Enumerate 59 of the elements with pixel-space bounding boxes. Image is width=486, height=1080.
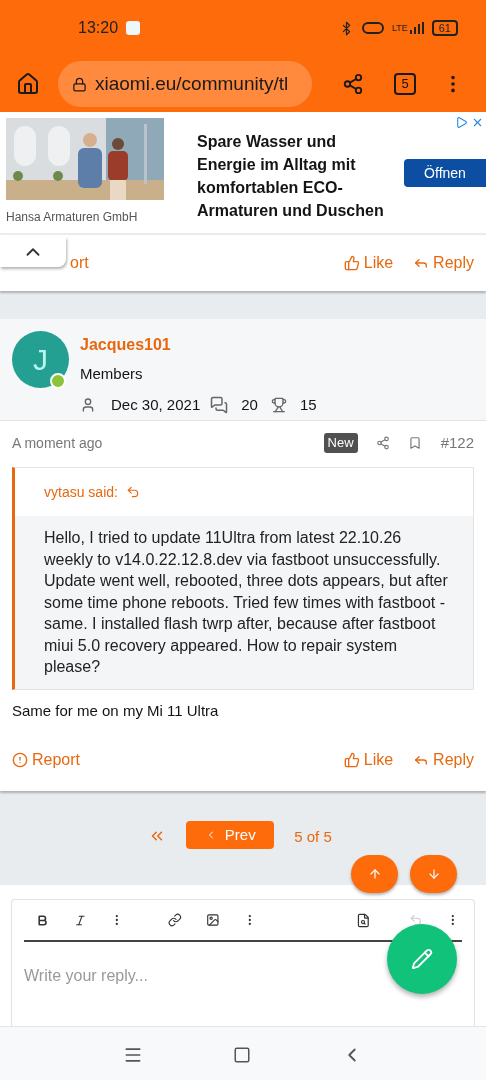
network-label: LTE (391, 23, 408, 33)
user-icon (80, 396, 96, 413)
home-icon[interactable] (16, 72, 40, 96)
arrow-down-icon (426, 867, 441, 881)
online-badge-icon (50, 373, 66, 389)
post-message: Same for me on my Mi 11 Ultra (11, 700, 220, 721)
ad-headline: Spare Wasser und Energie im Alltag mit komfortablen ECO-Armaturen und Duschen (197, 132, 385, 221)
prev-button[interactable]: Prev (186, 821, 275, 849)
like-button[interactable]: Like (343, 251, 394, 275)
points-count: 15 (299, 394, 317, 415)
signal-icon (409, 22, 424, 34)
reply-input[interactable]: Write your reply... (24, 964, 324, 988)
lock-icon (72, 76, 87, 92)
jump-to-quote-icon[interactable] (125, 485, 140, 499)
open-button[interactable]: Öffnen (404, 159, 486, 187)
italic-icon[interactable] (73, 913, 87, 927)
scroll-down-button[interactable] (410, 855, 457, 893)
preview-icon[interactable] (356, 912, 371, 928)
join-date: Dec 30, 2021 (111, 394, 201, 415)
thumbs-up-icon (343, 255, 360, 271)
post-time[interactable]: A moment ago (12, 432, 103, 454)
user-role: Members (80, 364, 144, 384)
quote-text: Hello, I tried to update 11Ultra from latest 22.10.26 weekly to v14.0.22.12.8.dev via fastboot unsuccessfully. Update went well, rebooted, three dots appears, but after some time phone reboots. Tried few times with fastboot - same. I installed flash twrp after, because after fastboot miui 5.0 recovery appeared. How to repair system please? (15, 516, 473, 689)
ad-choices-icon[interactable] (455, 116, 468, 129)
quote-author[interactable]: vytasu said: (44, 481, 118, 503)
image-icon[interactable] (205, 913, 220, 927)
weather-icon (126, 21, 141, 35)
messages-icon (210, 395, 229, 414)
share-icon[interactable] (342, 73, 364, 95)
advertiser-name: Hansa Armaturen GmbH (6, 209, 139, 226)
reply-button[interactable]: Reply (413, 251, 474, 275)
alert-icon (12, 752, 28, 768)
new-badge: New (323, 433, 358, 453)
bookmark-icon[interactable] (407, 436, 422, 450)
share-icon[interactable] (375, 436, 390, 450)
link-icon[interactable] (168, 913, 182, 927)
pencil-icon (411, 948, 433, 970)
avatar: J (12, 331, 69, 388)
clock: 13:20 (78, 18, 119, 38)
username[interactable]: Jacques101 (80, 333, 317, 357)
ad-banner[interactable]: Hansa Armaturen GmbH Spare Wasser und Energie im Alltag mit komfortablen ECO-Armaturen und Duschen Öffnen (0, 112, 486, 233)
page-indicator: 5 of 5 (294, 827, 332, 847)
report-button[interactable]: Report (12, 748, 81, 772)
message-count: 20 (241, 394, 258, 415)
scroll-up-button[interactable] (351, 855, 398, 893)
url-text: xiaomi.eu/community/tl (95, 71, 289, 96)
post-number[interactable]: #122 (440, 431, 474, 455)
report-link[interactable]: ort (70, 251, 89, 275)
arrow-up-icon (367, 867, 382, 881)
tab-count[interactable]: 5 (394, 73, 416, 95)
like-button[interactable]: Like (343, 748, 394, 772)
thumbs-up-icon (343, 752, 360, 768)
address-bar[interactable]: xiaomi.eu/community/tl (58, 61, 312, 107)
trophy-icon (270, 396, 287, 413)
bold-icon[interactable] (36, 913, 49, 927)
reply-button[interactable]: Reply (413, 748, 474, 772)
home-icon[interactable] (233, 1045, 251, 1064)
battery-indicator: 61 (431, 20, 458, 36)
close-icon[interactable] (471, 116, 484, 129)
